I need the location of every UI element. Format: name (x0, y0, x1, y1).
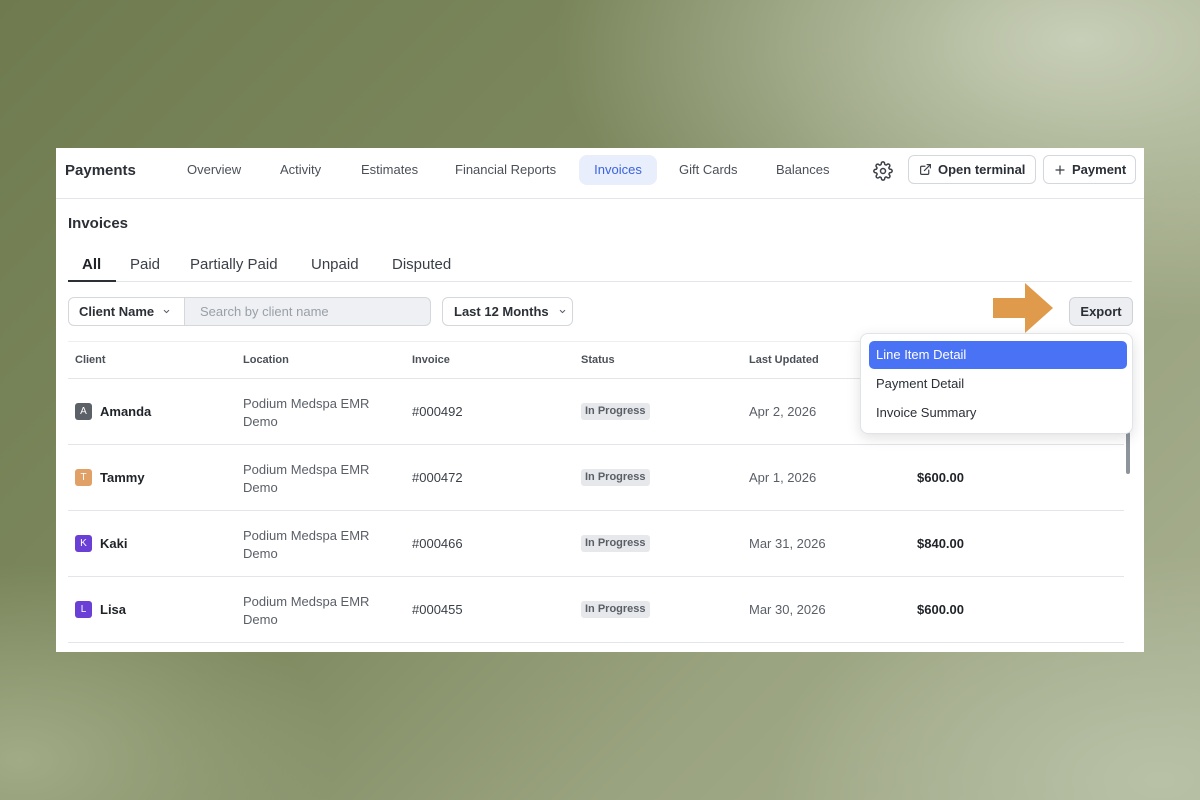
client-name: Kaki (100, 536, 128, 551)
external-link-icon (919, 163, 932, 176)
client-filter-select[interactable]: Client Name (68, 297, 185, 326)
column-header-status[interactable]: Status (581, 354, 615, 366)
column-header-client[interactable]: Client (75, 354, 106, 366)
menu-item-payment-detail[interactable]: Payment Detail (869, 370, 1127, 398)
amount: $600.00 (917, 470, 964, 485)
table-row[interactable]: K Kaki Podium Medspa EMR Demo #000466 In… (68, 511, 1124, 577)
invoice-number: #000472 (412, 470, 463, 485)
export-button[interactable]: Export (1069, 297, 1133, 326)
invoice-number: #000455 (412, 602, 463, 617)
location: Podium Medspa EMR Demo (243, 396, 370, 429)
chevron-down-icon (558, 307, 567, 316)
column-header-last-updated[interactable]: Last Updated (749, 354, 819, 366)
subtab-unpaid[interactable]: Unpaid (311, 256, 359, 273)
app-title: Payments (65, 162, 136, 179)
menu-item-line-item-detail[interactable]: Line Item Detail (869, 341, 1127, 369)
client-name: Amanda (100, 404, 152, 419)
status-badge: In Progress (581, 535, 650, 552)
gear-icon[interactable] (872, 160, 894, 182)
status-badge: In Progress (581, 403, 650, 420)
table-scrollbar[interactable] (1126, 432, 1130, 474)
table-row[interactable]: L Lisa Podium Medspa EMR Demo #000455 In… (68, 577, 1124, 643)
status-badge: In Progress (581, 601, 650, 618)
amount: $600.00 (917, 602, 964, 617)
location: Podium Medspa EMR Demo (243, 594, 370, 627)
active-tab-indicator (68, 280, 116, 282)
open-terminal-label: Open terminal (938, 162, 1026, 177)
tab-overview[interactable]: Overview (174, 155, 254, 185)
menu-item-invoice-summary[interactable]: Invoice Summary (869, 399, 1127, 427)
table-row[interactable]: T Tammy Podium Medspa EMR Demo #000472 I… (68, 445, 1124, 511)
last-updated: Apr 2, 2026 (749, 404, 817, 419)
chevron-down-icon (162, 307, 171, 316)
subtab-all[interactable]: All (82, 256, 101, 273)
top-nav: Payments Overview Activity Estimates Fin… (56, 148, 1144, 199)
column-header-invoice[interactable]: Invoice (412, 354, 450, 366)
avatar: K (75, 535, 92, 552)
tab-financial-reports[interactable]: Financial Reports (442, 155, 569, 185)
payment-label: Payment (1072, 162, 1127, 177)
tab-gift-cards[interactable]: Gift Cards (666, 155, 751, 185)
subtab-paid[interactable]: Paid (130, 256, 160, 273)
add-payment-button[interactable]: Payment (1043, 155, 1136, 184)
invoice-number: #000466 (412, 536, 463, 551)
location: Podium Medspa EMR Demo (243, 462, 370, 495)
subtab-partially-paid[interactable]: Partially Paid (190, 256, 278, 273)
last-updated: Mar 30, 2026 (749, 602, 826, 617)
search-input[interactable] (185, 297, 431, 326)
last-updated: Apr 1, 2026 (749, 470, 817, 485)
plus-icon (1054, 164, 1066, 176)
export-menu: Line Item Detail Payment Detail Invoice … (860, 333, 1133, 434)
avatar: A (75, 403, 92, 420)
location: Podium Medspa EMR Demo (243, 528, 370, 561)
pointer-arrow-icon (993, 283, 1053, 333)
last-updated: Mar 31, 2026 (749, 536, 826, 551)
invoice-status-tabs: All Paid Partially Paid Unpaid Disputed (68, 248, 1132, 282)
amount: $840.00 (917, 536, 964, 551)
date-range-label: Last 12 Months (454, 304, 549, 319)
tab-balances[interactable]: Balances (763, 155, 842, 185)
client-name: Lisa (100, 602, 127, 617)
payments-panel: Payments Overview Activity Estimates Fin… (56, 148, 1144, 652)
invoice-number: #000492 (412, 404, 463, 419)
tab-activity[interactable]: Activity (267, 155, 334, 185)
client-filter-label: Client Name (79, 304, 155, 319)
column-header-location[interactable]: Location (243, 354, 289, 366)
open-terminal-button[interactable]: Open terminal (908, 155, 1036, 184)
page-title: Invoices (68, 215, 129, 232)
tab-invoices[interactable]: Invoices (579, 155, 657, 185)
avatar: L (75, 601, 92, 618)
tab-estimates[interactable]: Estimates (348, 155, 431, 185)
client-name: Tammy (100, 470, 145, 485)
status-badge: In Progress (581, 469, 650, 486)
date-range-select[interactable]: Last 12 Months (442, 297, 573, 326)
avatar: T (75, 469, 92, 486)
subtab-disputed[interactable]: Disputed (392, 256, 451, 273)
